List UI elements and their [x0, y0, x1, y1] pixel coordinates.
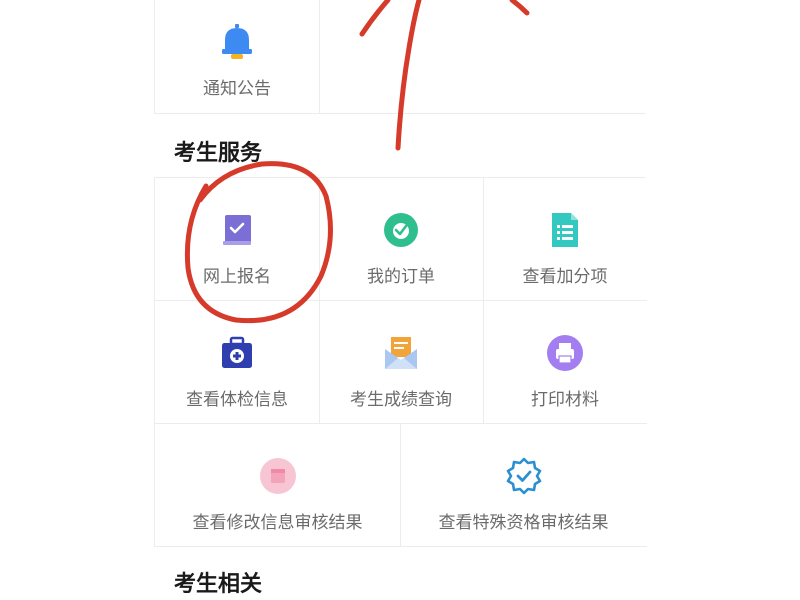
- notice-row-divider: [319, 0, 320, 114]
- order-check-icon: [381, 210, 421, 250]
- score-query-label: 考生成绩查询: [350, 390, 452, 410]
- modify-info-review-button[interactable]: 查看修改信息审核结果: [155, 456, 400, 533]
- special-qualification-review-label: 查看特殊资格审核结果: [438, 513, 609, 533]
- view-bonus-points-label: 查看加分项: [522, 267, 608, 287]
- modify-info-review-label: 查看修改信息审核结果: [192, 513, 363, 533]
- section-title-candidate-services: 考生服务: [174, 141, 263, 166]
- print-materials-button[interactable]: 打印材料: [483, 333, 647, 410]
- pink-card-icon: [258, 456, 298, 496]
- document-list-icon: [545, 210, 585, 250]
- medical-kit-icon: [217, 333, 257, 373]
- grid-row-divider: [155, 300, 647, 301]
- section-title-candidate-related: 考生相关: [174, 572, 263, 597]
- screen: 通知公告 考生服务 网上报名 我的订单 查看加分项 查看体检信息 考生成绩查询 …: [0, 0, 800, 600]
- online-registration-button[interactable]: 网上报名: [155, 210, 319, 287]
- candidate-services-grid: 网上报名 我的订单 查看加分项 查看体检信息 考生成绩查询 打印材料 查看修改信…: [154, 177, 647, 547]
- online-registration-label: 网上报名: [203, 267, 271, 287]
- services-panel: 通知公告 考生服务 网上报名 我的订单 查看加分项 查看体检信息 考生成绩查询 …: [154, 0, 647, 600]
- view-bonus-points-button[interactable]: 查看加分项: [483, 210, 647, 287]
- registration-book-icon: [217, 210, 257, 250]
- verified-badge-icon: [504, 456, 544, 496]
- score-query-button[interactable]: 考生成绩查询: [319, 333, 483, 410]
- printer-icon: [545, 333, 585, 373]
- envelope-letter-icon: [381, 333, 421, 373]
- special-qualification-review-button[interactable]: 查看特殊资格审核结果: [400, 456, 647, 533]
- my-orders-button[interactable]: 我的订单: [319, 210, 483, 287]
- notice-row: 通知公告: [154, 0, 646, 114]
- print-materials-label: 打印材料: [531, 390, 599, 410]
- view-medical-exam-label: 查看体检信息: [186, 390, 288, 410]
- grid-row-divider: [155, 423, 647, 424]
- view-medical-exam-button[interactable]: 查看体检信息: [155, 333, 319, 410]
- notice-label: 通知公告: [203, 79, 271, 99]
- bell-icon: [217, 22, 257, 62]
- my-orders-label: 我的订单: [367, 267, 435, 287]
- notice-button[interactable]: 通知公告: [155, 22, 319, 99]
- grid-row-divider: [155, 546, 647, 547]
